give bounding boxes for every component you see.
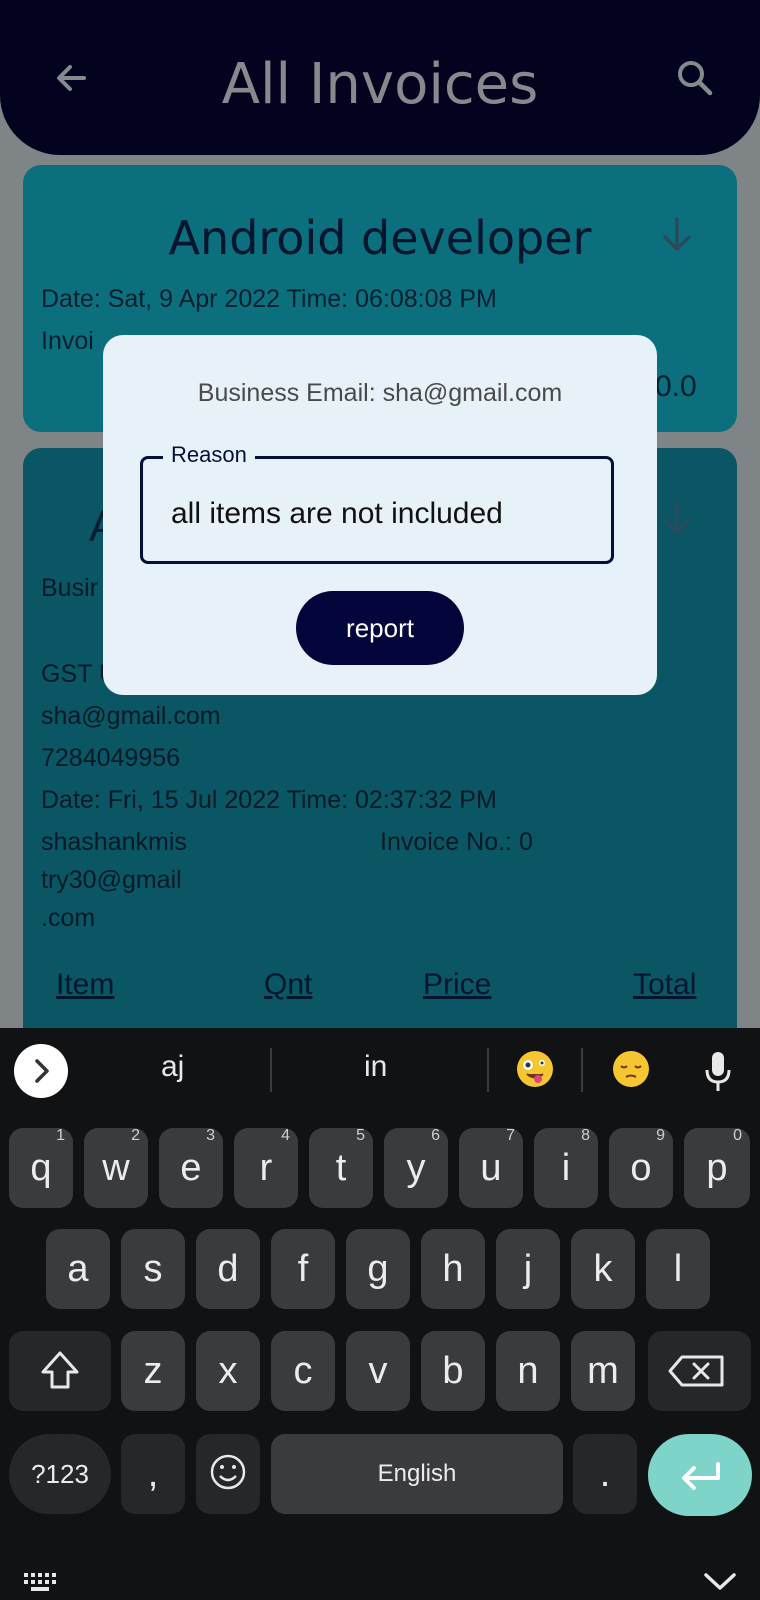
key-number-hint: 9 bbox=[656, 1127, 665, 1144]
column-header-total: Total bbox=[633, 968, 697, 1001]
key-a[interactable]: a bbox=[46, 1229, 110, 1309]
key-number-hint: 7 bbox=[506, 1127, 515, 1144]
suggestion-word[interactable]: in bbox=[364, 1050, 387, 1084]
shift-arrow-icon bbox=[41, 1351, 79, 1389]
invoice-number-label: Invoi bbox=[41, 327, 94, 355]
key-number-hint: 4 bbox=[281, 1127, 290, 1144]
microphone-icon[interactable] bbox=[703, 1050, 733, 1094]
key-number-hint: 3 bbox=[206, 1127, 215, 1144]
column-header-item: Item bbox=[56, 968, 115, 1001]
key-number-hint: 8 bbox=[581, 1127, 590, 1144]
key-z[interactable]: z bbox=[121, 1331, 185, 1411]
pensive-face-emoji-icon[interactable] bbox=[612, 1050, 650, 1088]
search-icon[interactable] bbox=[673, 56, 717, 100]
key-g[interactable]: g bbox=[346, 1229, 410, 1309]
key-letter: q bbox=[30, 1147, 52, 1189]
business-phone: 7284049956 bbox=[41, 744, 181, 772]
key-v[interactable]: v bbox=[346, 1331, 410, 1411]
key-number-hint: 6 bbox=[431, 1127, 440, 1144]
key-letter: r bbox=[259, 1147, 273, 1189]
page-title: All Invoices bbox=[221, 52, 539, 117]
key-letter: u bbox=[480, 1147, 502, 1189]
key-m[interactable]: m bbox=[571, 1331, 635, 1411]
invoice-number: Invoice No.: 0 bbox=[380, 828, 533, 856]
key-letter: w bbox=[102, 1147, 130, 1189]
expand-toolbar-button[interactable] bbox=[14, 1044, 68, 1098]
period-key[interactable]: . bbox=[573, 1434, 637, 1514]
key-letter: y bbox=[406, 1147, 426, 1189]
key-k[interactable]: k bbox=[571, 1229, 635, 1309]
key-h[interactable]: h bbox=[421, 1229, 485, 1309]
business-email: sha@gmail.com bbox=[41, 702, 221, 730]
key-e[interactable]: e3 bbox=[159, 1127, 223, 1208]
key-i[interactable]: i8 bbox=[534, 1127, 598, 1208]
reason-value[interactable]: all items are not included bbox=[171, 497, 503, 531]
key-s[interactable]: s bbox=[121, 1229, 185, 1309]
key-b[interactable]: b bbox=[421, 1331, 485, 1411]
chevron-right-icon bbox=[35, 1059, 49, 1083]
invoice-datetime: Date: Sat, 9 Apr 2022 Time: 06:08:08 PM bbox=[41, 285, 497, 313]
system-nav-bar bbox=[0, 1560, 760, 1600]
customer-email-line: try30@gmail bbox=[41, 866, 182, 894]
invoice-total: 0.0 bbox=[655, 370, 697, 403]
key-r[interactable]: r4 bbox=[234, 1127, 298, 1208]
key-n[interactable]: n bbox=[496, 1331, 560, 1411]
key-j[interactable]: j bbox=[496, 1229, 560, 1309]
divider bbox=[270, 1048, 272, 1092]
key-number-hint: 1 bbox=[56, 1127, 65, 1144]
smiley-icon bbox=[210, 1454, 246, 1490]
key-l[interactable]: l bbox=[646, 1229, 710, 1309]
backspace-key[interactable] bbox=[648, 1331, 751, 1411]
key-x[interactable]: x bbox=[196, 1331, 260, 1411]
key-w[interactable]: w2 bbox=[84, 1127, 148, 1208]
emoji-key[interactable] bbox=[196, 1434, 260, 1514]
suggestion-word[interactable]: aj bbox=[161, 1050, 184, 1084]
space-key[interactable]: English bbox=[271, 1434, 563, 1514]
column-header-price: Price bbox=[423, 968, 492, 1001]
column-header-qnt: Qnt bbox=[264, 968, 313, 1001]
business-name-label: Busir bbox=[41, 574, 98, 602]
symbols-key[interactable]: ?123 bbox=[9, 1434, 111, 1514]
key-number-hint: 2 bbox=[131, 1127, 140, 1144]
key-letter: t bbox=[335, 1147, 347, 1189]
key-q[interactable]: q1 bbox=[9, 1127, 73, 1208]
hide-keyboard-chevron-icon[interactable] bbox=[700, 1568, 740, 1594]
reason-input[interactable]: Reason all items are not included bbox=[140, 442, 614, 564]
divider bbox=[487, 1048, 489, 1092]
report-dialog: Business Email: sha@gmail.com Reason all… bbox=[103, 335, 657, 695]
enter-arrow-icon bbox=[682, 1462, 720, 1490]
customer-email-line: .com bbox=[41, 904, 96, 932]
divider bbox=[581, 1048, 583, 1092]
app-bar: All Invoices bbox=[0, 0, 760, 155]
key-number-hint: 5 bbox=[356, 1127, 365, 1144]
invoice-datetime: Date: Fri, 15 Jul 2022 Time: 02:37:32 PM bbox=[41, 786, 497, 814]
reason-label: Reason bbox=[163, 442, 255, 468]
expand-arrow-icon[interactable] bbox=[660, 498, 694, 538]
expand-arrow-icon[interactable] bbox=[660, 215, 694, 255]
business-email-text: Business Email: sha@gmail.com bbox=[197, 379, 563, 407]
enter-key[interactable] bbox=[648, 1434, 752, 1516]
keyboard-switch-icon[interactable] bbox=[22, 1570, 60, 1594]
key-d[interactable]: d bbox=[196, 1229, 260, 1309]
key-p[interactable]: p0 bbox=[684, 1127, 750, 1208]
shift-key[interactable] bbox=[9, 1331, 111, 1411]
key-letter: p bbox=[706, 1147, 728, 1189]
suggestion-bar: aj in bbox=[0, 1028, 760, 1114]
key-o[interactable]: o9 bbox=[609, 1127, 673, 1208]
comma-key[interactable]: , bbox=[121, 1434, 185, 1514]
report-button[interactable]: report bbox=[296, 591, 464, 665]
key-c[interactable]: c bbox=[271, 1331, 335, 1411]
key-y[interactable]: y6 bbox=[384, 1127, 448, 1208]
customer-email-line: shashankmis bbox=[41, 828, 187, 856]
zany-face-emoji-icon[interactable] bbox=[516, 1050, 554, 1088]
key-t[interactable]: t5 bbox=[309, 1127, 373, 1208]
key-letter: o bbox=[630, 1147, 652, 1189]
key-letter: e bbox=[180, 1147, 202, 1189]
key-u[interactable]: u7 bbox=[459, 1127, 523, 1208]
key-number-hint: 0 bbox=[733, 1127, 742, 1144]
backspace-icon bbox=[668, 1355, 724, 1387]
invoice-title: Android developer bbox=[168, 211, 592, 265]
key-f[interactable]: f bbox=[271, 1229, 335, 1309]
key-letter: i bbox=[561, 1147, 571, 1189]
